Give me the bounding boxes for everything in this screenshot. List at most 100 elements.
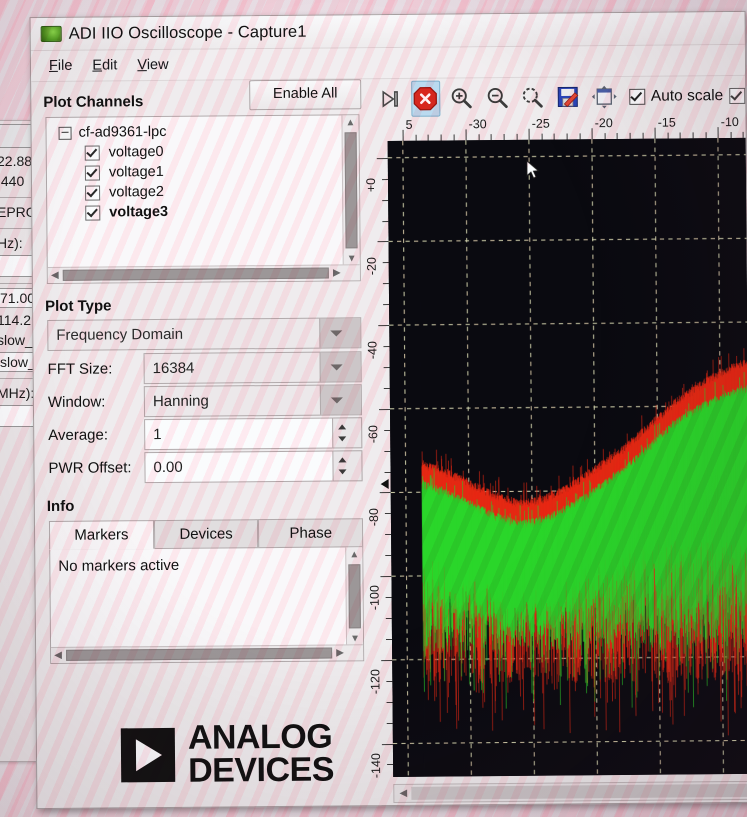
- menu-edit[interactable]: Edit: [92, 57, 117, 73]
- info-horizontal-scrollbar[interactable]: ◀ ▶: [51, 644, 364, 663]
- zoom-in-button[interactable]: [446, 80, 476, 116]
- x-axis-tick: [402, 129, 404, 141]
- scroll-left-icon[interactable]: ◀: [48, 268, 62, 283]
- channel-row-voltage3[interactable]: voltage3: [47, 198, 359, 221]
- scroll-left-icon[interactable]: ◀: [51, 648, 65, 663]
- tab-markers[interactable]: Markers: [48, 520, 154, 550]
- x-axis-tick-label: -25: [531, 116, 550, 131]
- fft-size-row: FFT Size: 16384: [48, 351, 362, 385]
- average-stepper[interactable]: [332, 417, 363, 449]
- channels-vertical-scrollbar[interactable]: ▲ ▼: [341, 115, 360, 267]
- info-hscroll-thumb[interactable]: [66, 647, 333, 661]
- average-value: 1: [153, 426, 162, 444]
- logo-line-2: DEVICES: [187, 750, 335, 790]
- x-axis-tick-label: -30: [468, 117, 487, 132]
- menu-view[interactable]: View: [137, 57, 168, 73]
- chevron-down-icon[interactable]: [319, 318, 361, 348]
- window-select[interactable]: Hanning: [143, 384, 363, 418]
- auto-scale-checkbox[interactable]: [628, 88, 645, 105]
- collapse-icon[interactable]: [58, 126, 72, 140]
- x-axis: 5 -30 -25 -20 -15 -10: [387, 115, 745, 141]
- fft-size-value: 16384: [152, 359, 195, 378]
- x-axis-tick-label: -20: [594, 116, 613, 131]
- detach-plot-button[interactable]: [589, 79, 619, 115]
- chevron-down-icon[interactable]: [319, 385, 362, 415]
- auto-scale-control[interactable]: Auto scale: [628, 87, 746, 106]
- auto-scale-secondary-checkbox[interactable]: [729, 87, 746, 105]
- zoom-fit-button[interactable]: [518, 80, 548, 116]
- average-row: Average: 1: [48, 417, 363, 451]
- analog-devices-mark-icon: [120, 727, 176, 783]
- step-forward-icon: [382, 90, 398, 108]
- control-panel: Plot Channels Enable All cf-ad9361-lpc v…: [31, 79, 375, 809]
- step-forward-button[interactable]: [375, 81, 405, 117]
- scroll-right-icon[interactable]: ▶: [330, 265, 344, 280]
- channels-hscroll-thumb[interactable]: [62, 267, 329, 281]
- y-axis-tick-label: -100: [367, 585, 382, 611]
- info-title: Info: [46, 497, 75, 516]
- y-axis-tick-label: -60: [366, 424, 381, 443]
- enable-all-button[interactable]: Enable All: [249, 79, 362, 111]
- plot-hscroll-thumb[interactable]: [411, 783, 747, 800]
- checkbox-voltage1[interactable]: [84, 165, 100, 181]
- info-scroll-thumb[interactable]: [348, 564, 361, 629]
- scroll-left-icon[interactable]: ◀: [396, 785, 410, 802]
- scroll-right-icon[interactable]: ▶: [333, 645, 347, 660]
- info-panel[interactable]: No markers active ▲ ▼ ◀ ▶: [49, 546, 365, 664]
- channel-label-voltage3: voltage3: [109, 203, 169, 221]
- analog-devices-logo: ANALOG DEVICES: [120, 718, 335, 790]
- channel-row-voltage0[interactable]: voltage0: [47, 138, 359, 161]
- stop-button[interactable]: [410, 80, 441, 117]
- window-value: Hanning: [152, 392, 209, 411]
- y-axis-tick: [381, 743, 393, 745]
- channels-horizontal-scrollbar[interactable]: ◀ ▶: [47, 264, 360, 283]
- checkbox-voltage0[interactable]: [84, 145, 100, 161]
- save-plot-button[interactable]: [553, 79, 583, 115]
- y-axis-tick: [380, 576, 392, 578]
- spectrum-canvas-container[interactable]: [387, 137, 747, 777]
- pwr-offset-label: PWR Offset:: [48, 459, 132, 477]
- plot-channels-header: Plot Channels Enable All: [39, 79, 362, 114]
- tab-devices[interactable]: Devices: [153, 519, 259, 550]
- info-vertical-scrollbar[interactable]: ▲ ▼: [345, 547, 364, 647]
- info-tab-bar: Markers Devices Phase: [48, 518, 364, 550]
- tab-phase[interactable]: Phase: [258, 518, 364, 549]
- plot-channels-list[interactable]: cf-ad9361-lpc voltage0 voltage1 voltage2…: [45, 114, 361, 284]
- scroll-up-icon[interactable]: ▲: [342, 115, 358, 130]
- plot-domain-select[interactable]: Frequency Domain: [47, 317, 362, 351]
- plot-area: 5 -30 -25 -20 -15 -10 +0 -20 -40 -60 -80 -100 -120 -…: [364, 115, 747, 807]
- plot-domain-value: Frequency Domain: [56, 325, 184, 344]
- chevron-down-icon[interactable]: [319, 352, 361, 382]
- save-edit-icon: [557, 86, 579, 108]
- average-input[interactable]: 1: [144, 417, 363, 451]
- plot-type-title: Plot Type: [45, 297, 112, 316]
- markers-status-text: No markers active: [58, 556, 180, 575]
- checkbox-voltage3[interactable]: [85, 205, 101, 221]
- spectrum-plot-canvas[interactable]: [387, 137, 747, 777]
- device-tree-root[interactable]: cf-ad9361-lpc: [46, 115, 358, 141]
- channel-row-voltage2[interactable]: voltage2: [47, 178, 359, 201]
- channel-row-voltage1[interactable]: voltage1: [47, 158, 359, 181]
- scroll-up-icon[interactable]: ▲: [346, 547, 362, 562]
- plot-horizontal-scrollbar[interactable]: ◀: [393, 780, 747, 803]
- y-axis-tick-label: +0: [363, 177, 379, 192]
- zoom-in-icon: [451, 88, 472, 109]
- checkbox-voltage2[interactable]: [85, 185, 101, 201]
- pwr-offset-input[interactable]: 0.00: [144, 450, 363, 484]
- x-axis-tick: [528, 128, 530, 140]
- zoom-out-button[interactable]: [482, 80, 512, 116]
- y-axis-tick-label: -20: [364, 257, 379, 276]
- y-axis-marker-icon: [380, 479, 389, 490]
- window-title: ADI IIO Oscilloscope - Capture1: [68, 22, 307, 43]
- plot-channels-title: Plot Channels: [43, 93, 144, 112]
- pwr-offset-stepper[interactable]: [332, 450, 363, 482]
- fft-size-select[interactable]: 16384: [143, 351, 362, 385]
- y-axis-tick: [378, 408, 390, 410]
- channel-label-voltage2: voltage2: [109, 183, 164, 201]
- y-axis-tick: [379, 492, 391, 494]
- y-axis-tick-label: -80: [366, 508, 382, 527]
- window-label: Window:: [47, 393, 106, 411]
- menu-file[interactable]: File: [49, 58, 73, 74]
- channels-scroll-thumb[interactable]: [344, 132, 358, 249]
- analog-devices-wordmark: ANALOG DEVICES: [187, 718, 335, 790]
